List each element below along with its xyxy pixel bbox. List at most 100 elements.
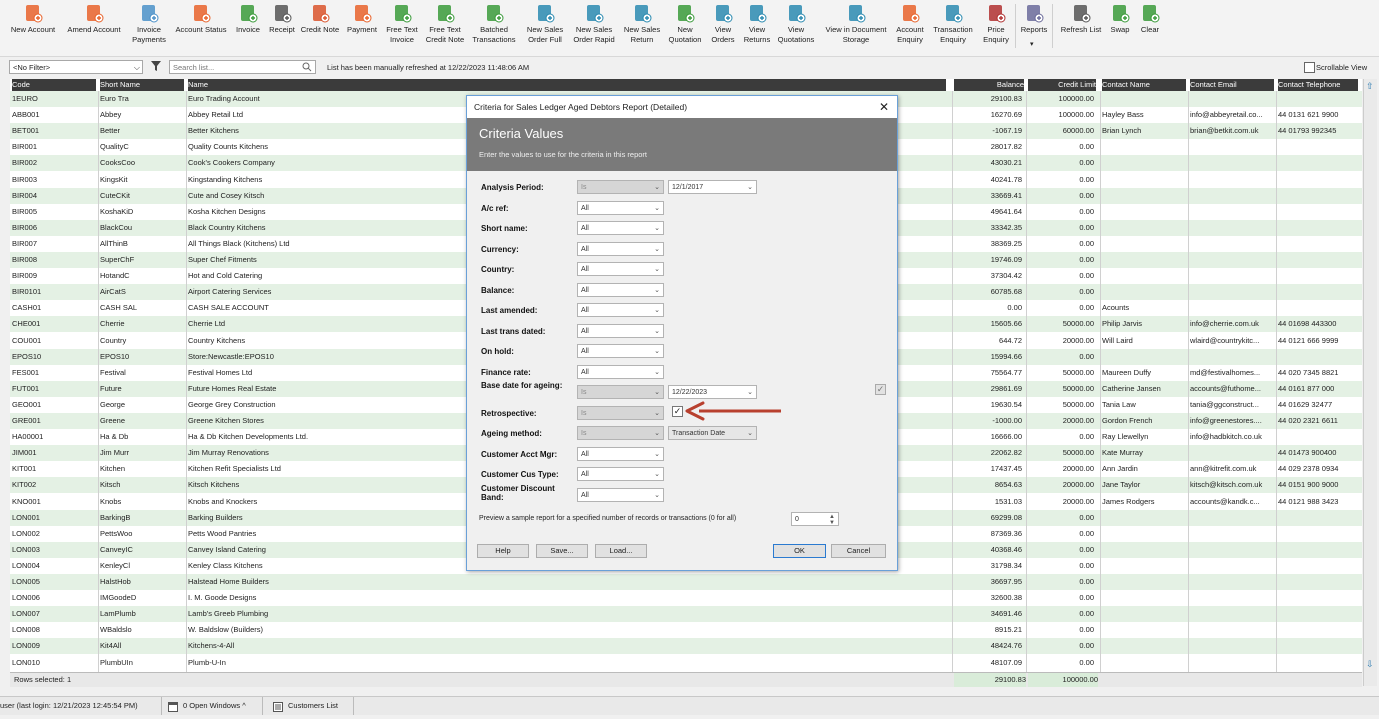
table-cell: George	[100, 399, 126, 409]
chevron-down-icon: ⌄	[654, 184, 660, 191]
toolbar-sales-order-rapid-button[interactable]: New Sales Order Rapid	[571, 2, 617, 45]
scroll-top-icon[interactable]: ⇧	[1366, 81, 1374, 92]
table-row[interactable]: LON009 Kit4All Kitchens-4-All 48424.76 0.00	[10, 638, 1362, 655]
customers-list-tab[interactable]: Customers List	[288, 697, 338, 715]
vertical-scrollbar[interactable]: ⇧ ⇩	[1363, 79, 1377, 686]
criteria-operator-dropdown[interactable]: All ⌄	[577, 201, 664, 215]
toolbar-button-label: View in Document Storage	[825, 25, 887, 44]
free-text-credit-icon	[434, 2, 456, 24]
table-row[interactable]: LON010 PlumbUIn Plumb-U-In 48107.09 0.00	[10, 654, 1362, 671]
criteria-operator-dropdown[interactable]: All ⌄	[577, 467, 664, 481]
toolbar-swap-button[interactable]: Swap	[1106, 2, 1134, 35]
table-cell: 34691.46	[990, 609, 1022, 619]
toolbar-view-quotations-button[interactable]: View Quotations	[776, 2, 816, 45]
table-cell: 75564.77	[990, 367, 1022, 377]
table-row[interactable]: LON007 LamPlumb Lamb's Greeb Plumbing 34691…	[10, 606, 1362, 623]
close-icon[interactable]: ✕	[879, 96, 889, 118]
toolbar-button-label: Free Text Credit Note	[425, 25, 465, 44]
criteria-operator-dropdown[interactable]: All ⌄	[577, 324, 664, 338]
toolbar-person-edit-button[interactable]: Amend Account	[63, 2, 125, 35]
toolbar-free-text-invoice-button[interactable]: Free Text Invoice	[383, 2, 421, 45]
table-cell: Will Laird	[1102, 335, 1133, 345]
criteria-operator-dropdown[interactable]: All ⌄	[577, 242, 664, 256]
toolbar-document-storage-button[interactable]: View in Document Storage	[821, 2, 891, 45]
column-divider	[1100, 91, 1101, 686]
toolbar-quotation-button[interactable]: New Quotation	[666, 2, 704, 45]
table-cell: 28017.82	[990, 142, 1022, 152]
table-cell: Cherrie	[100, 319, 125, 329]
criteria-operator-dropdown[interactable]: All ⌄	[577, 262, 664, 276]
table-cell: 8915.21	[994, 625, 1022, 635]
criteria-operator-dropdown[interactable]: All ⌄	[577, 447, 664, 461]
retrospective-checkbox[interactable]: ✓	[672, 406, 683, 417]
column-header-name[interactable]: Name	[188, 79, 946, 91]
toolbar-reports-button[interactable]: Reports	[1018, 2, 1050, 35]
spinner-icon[interactable]: ▲ ▼	[829, 514, 835, 526]
load-button[interactable]: Load...	[595, 544, 647, 558]
toolbar-person-payment-button[interactable]: Invoice Payments	[128, 2, 170, 45]
table-cell: Kitchen	[100, 464, 126, 474]
toolbar-invoice-button[interactable]: Invoice	[233, 2, 263, 35]
table-row[interactable]: LON008 WBaldslo W. Baldslow (Builders) 8915…	[10, 622, 1362, 639]
table-cell: Jim Murr	[100, 448, 130, 458]
column-header-short-name[interactable]: Short Name	[100, 79, 184, 91]
scroll-bottom-icon[interactable]: ⇩	[1366, 659, 1374, 670]
criteria-value-input[interactable]: 12/1/2017 ⌄	[668, 180, 757, 194]
toolbar-button-label: Refresh List	[1060, 25, 1102, 34]
toolbar-clear-button[interactable]: Clear	[1136, 2, 1164, 35]
column-header-balance[interactable]: Balance	[954, 79, 1024, 91]
toolbar-free-text-credit-button[interactable]: Free Text Credit Note	[423, 2, 467, 45]
toolbar-account-enquiry-button[interactable]: Account Enquiry	[893, 2, 927, 45]
ok-button[interactable]: OK	[773, 544, 826, 558]
toolbar-sales-return-button[interactable]: New Sales Return	[619, 2, 665, 45]
toolbar-bank-button[interactable]: Receipt	[267, 2, 297, 35]
criteria-operator-dropdown[interactable]: All ⌄	[577, 344, 664, 358]
table-cell: 44 0131 621 9900	[1278, 110, 1339, 120]
table-row[interactable]: LON006 IMGoodeD I. M. Goode Designs 32600.3…	[10, 590, 1362, 607]
criteria-operator-dropdown: Is ⌄	[577, 180, 664, 194]
toolbar-view-orders-button[interactable]: View Orders	[707, 2, 739, 45]
toolbar-credit-note-button[interactable]: Credit Note	[299, 2, 341, 35]
column-header-code[interactable]: Code	[12, 79, 96, 91]
criteria-operator-dropdown[interactable]: All ⌄	[577, 365, 664, 379]
search-input[interactable]: Search list...	[169, 60, 316, 74]
help-button[interactable]: Help	[477, 544, 529, 558]
criteria-operator-dropdown[interactable]: All ⌄	[577, 303, 664, 317]
table-cell: QualityC	[100, 142, 129, 152]
toolbar-transaction-enquiry-button[interactable]: Transaction Enquiry	[930, 2, 976, 45]
save-button[interactable]: Save...	[536, 544, 588, 558]
toolbar-price-enquiry-button[interactable]: Price Enquiry	[979, 2, 1013, 45]
base-date-checkbox[interactable]: ✓	[875, 384, 886, 395]
scrollable-view-checkbox[interactable]	[1304, 62, 1315, 73]
criteria-operator-value: All	[581, 205, 589, 212]
toolbar-payment-button[interactable]: Payment	[343, 2, 381, 35]
column-header-contact-email[interactable]: Contact Email	[1190, 79, 1274, 91]
criteria-value-input[interactable]: 12/22/2023 ⌄	[668, 385, 757, 399]
toolbar-sales-order-button[interactable]: New Sales Order Full	[521, 2, 569, 45]
table-row[interactable]: LON005 HalstHob Halstead Home Builders 3669…	[10, 574, 1362, 590]
column-header-contact-name[interactable]: Contact Name	[1102, 79, 1186, 91]
table-cell: 48424.76	[990, 641, 1022, 651]
criteria-operator-dropdown[interactable]: All ⌄	[577, 283, 664, 297]
cancel-button[interactable]: Cancel	[831, 544, 886, 558]
toolbar-refresh-button[interactable]: Refresh List	[1059, 2, 1103, 35]
table-cell: Ha & Db	[100, 432, 129, 442]
preview-count-input[interactable]: 0 ▲ ▼	[791, 512, 839, 526]
reports-dropdown-icon[interactable]: ▾	[1030, 40, 1034, 48]
toolbar-batch-button[interactable]: Batched Transactions	[469, 2, 519, 45]
criteria-operator-dropdown[interactable]: All ⌄	[577, 221, 664, 235]
column-header-credit-limit[interactable]: Credit Limit	[1028, 79, 1096, 91]
toolbar-person-plus-button[interactable]: New Account	[5, 2, 61, 35]
preview-label: Preview a sample report for a specified …	[479, 515, 737, 522]
filter-funnel-icon[interactable]	[150, 60, 162, 74]
toolbar-person-status-button[interactable]: Account Status	[170, 2, 232, 35]
column-header-contact-telephone[interactable]: Contact Telephone	[1278, 79, 1358, 91]
criteria-operator-dropdown[interactable]: All ⌄	[577, 488, 664, 502]
table-cell: 38369.25	[990, 238, 1022, 248]
table-cell: Festival	[100, 367, 126, 377]
toolbar-view-returns-button[interactable]: View Returns	[741, 2, 773, 45]
table-cell: 0.00	[1079, 577, 1094, 586]
filter-dropdown[interactable]: <No Filter> ⌵	[9, 60, 143, 74]
criteria-value-input[interactable]: Transaction Date ⌄	[668, 426, 757, 440]
open-windows-button[interactable]: 0 Open Windows ^	[183, 697, 246, 715]
